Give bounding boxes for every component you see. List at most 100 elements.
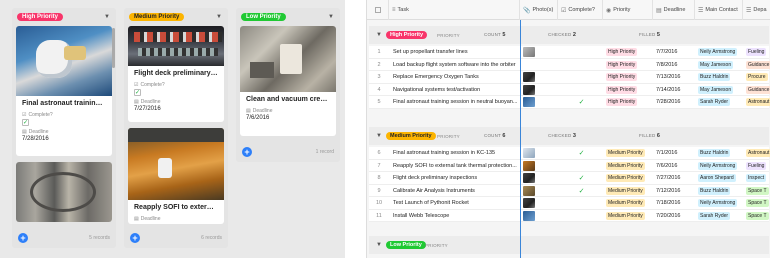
photo-thumbnail[interactable] <box>523 72 535 83</box>
contact-cell[interactable]: Sarah Ryder <box>696 96 744 109</box>
department-pill[interactable]: Guidance <box>746 85 770 94</box>
contact-pill[interactable]: Aaron Shepard <box>698 174 736 183</box>
department-pill[interactable]: Astronaut <box>746 149 770 158</box>
priority-cell[interactable]: Medium Priority <box>604 185 654 198</box>
priority-cell[interactable]: High Priority <box>604 84 654 97</box>
check-icon[interactable]: ✓ <box>579 149 585 157</box>
photo-cell[interactable] <box>521 185 559 198</box>
column-header-main-contact[interactable]: ☰ Main Contact <box>695 0 743 20</box>
complete-cell[interactable] <box>559 46 604 59</box>
department-pill[interactable]: Space T <box>746 186 769 195</box>
chevron-down-icon[interactable]: ▼ <box>328 14 334 20</box>
deadline-cell[interactable]: 7/1/2016 <box>656 147 698 160</box>
complete-cell[interactable]: ✓ <box>559 96 604 109</box>
contact-cell[interactable]: Aaron Shepard <box>696 172 744 185</box>
column-header-deadline[interactable]: ▤ Deadline <box>653 0 695 20</box>
contact-pill[interactable]: Sarah Ryder <box>698 98 731 107</box>
complete-cell[interactable]: ✓ <box>559 147 604 160</box>
deadline-cell[interactable]: 7/28/2016 <box>656 96 698 109</box>
department-pill[interactable]: Procure <box>746 73 768 82</box>
kanban-card[interactable]: Reapply SOFI to external ... ▤ Deadline <box>128 128 224 224</box>
contact-pill[interactable]: Buzz Haldrin <box>698 149 731 158</box>
table-row[interactable]: 10 Test Launch of Pythonit Rocket Medium P… <box>369 197 769 210</box>
table-row[interactable]: 2 Load backup flight system software into… <box>369 58 770 72</box>
check-icon[interactable]: ✓ <box>579 174 585 182</box>
column-header-task[interactable]: ≡ Task <box>389 0 520 20</box>
deadline-cell[interactable]: 7/27/2016 <box>656 172 698 185</box>
department-cell[interactable]: Space T <box>744 197 770 210</box>
complete-cell[interactable]: ✓ <box>559 185 604 198</box>
select-all-checkbox[interactable] <box>367 0 389 20</box>
contact-cell[interactable]: May Jameson <box>696 59 744 72</box>
department-pill[interactable]: Astronaut <box>746 98 770 107</box>
department-pill[interactable]: Space T <box>746 211 769 220</box>
priority-cell[interactable]: High Priority <box>604 96 654 109</box>
department-cell[interactable]: Astronaut <box>744 96 770 109</box>
collapse-group-icon[interactable]: ▼ <box>376 32 382 38</box>
department-pill[interactable]: Guidance <box>746 60 770 69</box>
stack-tag[interactable]: Medium Priority <box>129 13 185 21</box>
task-cell[interactable]: Reapply SOFI to external tank thermal pr… <box>393 160 518 173</box>
task-cell[interactable]: Load backup flight system software into … <box>393 59 518 72</box>
kanban-card[interactable]: Clean and vacuum crew ... ▤ Deadline 7/6/… <box>240 26 336 136</box>
column-header-priority[interactable]: ◉ Priority <box>603 0 653 20</box>
department-pill[interactable]: Space T <box>746 199 769 208</box>
deadline-cell[interactable]: 7/8/2016 <box>656 59 698 72</box>
deadline-cell[interactable]: 7/14/2016 <box>656 84 698 97</box>
contact-cell[interactable]: Buzz Haldrin <box>696 185 744 198</box>
department-cell[interactable]: Inspect <box>744 172 770 185</box>
contact-pill[interactable]: Neily Armstrong <box>698 48 738 57</box>
priority-cell[interactable]: Medium Priority <box>604 160 654 173</box>
department-cell[interactable]: Procure <box>744 71 770 84</box>
add-record-button[interactable]: + <box>242 147 252 157</box>
contact-pill[interactable]: Neily Armstrong <box>698 199 738 208</box>
kanban-card[interactable]: Flight deck preliminary in... ☑ Complete?… <box>128 26 224 122</box>
contact-cell[interactable]: Neily Armstrong <box>696 160 744 173</box>
complete-cell[interactable] <box>559 197 604 210</box>
task-cell[interactable]: Final astronaut training session in KC-1… <box>393 147 518 160</box>
stack-tag[interactable]: Low Priority <box>241 13 286 21</box>
contact-cell[interactable]: Buzz Haldrin <box>696 147 744 160</box>
photo-thumbnail[interactable] <box>523 160 535 171</box>
group-header[interactable]: ▼ Medium Priority PRIORITY COUNT 6 CHECKED 3… <box>369 127 769 145</box>
department-pill[interactable]: Inspect <box>746 174 767 183</box>
department-cell[interactable]: Space T <box>744 185 770 198</box>
task-cell[interactable]: Test Launch of Pythonit Rocket <box>393 197 518 210</box>
contact-pill[interactable]: Neily Armstrong <box>698 161 738 170</box>
complete-checkbox[interactable]: ✓ <box>22 119 29 126</box>
contact-pill[interactable]: Buzz Haldrin <box>698 73 731 82</box>
photo-cell[interactable] <box>521 147 559 160</box>
deadline-cell[interactable]: 7/7/2016 <box>656 46 698 59</box>
table-row[interactable]: 8 Flight deck preliminary inspections ✓ Med… <box>369 172 769 185</box>
deadline-cell[interactable]: 7/18/2016 <box>656 197 698 210</box>
chevron-down-icon[interactable]: ▼ <box>216 14 222 20</box>
task-cell[interactable]: Final astronaut training session in neut… <box>393 96 518 109</box>
table-row[interactable]: 4 Navigational systems test/activation Hig… <box>369 83 770 97</box>
photo-thumbnail[interactable] <box>523 84 535 95</box>
photo-thumbnail[interactable] <box>523 198 535 209</box>
photo-cell[interactable] <box>521 59 559 72</box>
task-cell[interactable]: Replace Emergency Oxygen Tanks <box>393 71 518 84</box>
task-cell[interactable]: Flight deck preliminary inspections <box>393 172 518 185</box>
complete-cell[interactable] <box>559 210 604 223</box>
kanban-card[interactable]: Final astronaut training s... ☑ Complete?… <box>16 26 112 156</box>
table-row[interactable]: 11 Install Webb Telescope Medium Priority 7… <box>369 209 769 223</box>
scrollbar[interactable] <box>112 28 115 68</box>
table-row[interactable]: 3 Replace Emergency Oxygen Tanks High Prio… <box>369 71 769 84</box>
photo-cell[interactable] <box>521 46 559 59</box>
deadline-cell[interactable]: 7/6/2016 <box>656 160 698 173</box>
contact-pill[interactable]: Buzz Haldrin <box>698 186 731 195</box>
priority-cell[interactable]: Medium Priority <box>604 210 654 223</box>
complete-cell[interactable] <box>559 59 604 72</box>
complete-cell[interactable] <box>559 160 604 173</box>
contact-pill[interactable]: Sarah Ryder <box>698 211 731 220</box>
department-cell[interactable]: Guidance <box>744 84 770 97</box>
contact-cell[interactable]: Sarah Ryder <box>696 210 744 223</box>
photo-cell[interactable] <box>521 160 559 173</box>
group-header[interactable]: ▼ Low Priority PRIORITY <box>369 236 769 254</box>
priority-cell[interactable]: High Priority <box>604 46 654 59</box>
deadline-cell[interactable]: 7/12/2016 <box>656 185 698 198</box>
table-row[interactable]: 1 Set up propellant transfer lines High Pr… <box>369 46 769 59</box>
priority-cell[interactable]: High Priority <box>604 71 654 84</box>
department-pill[interactable]: Fueling <box>746 48 767 57</box>
